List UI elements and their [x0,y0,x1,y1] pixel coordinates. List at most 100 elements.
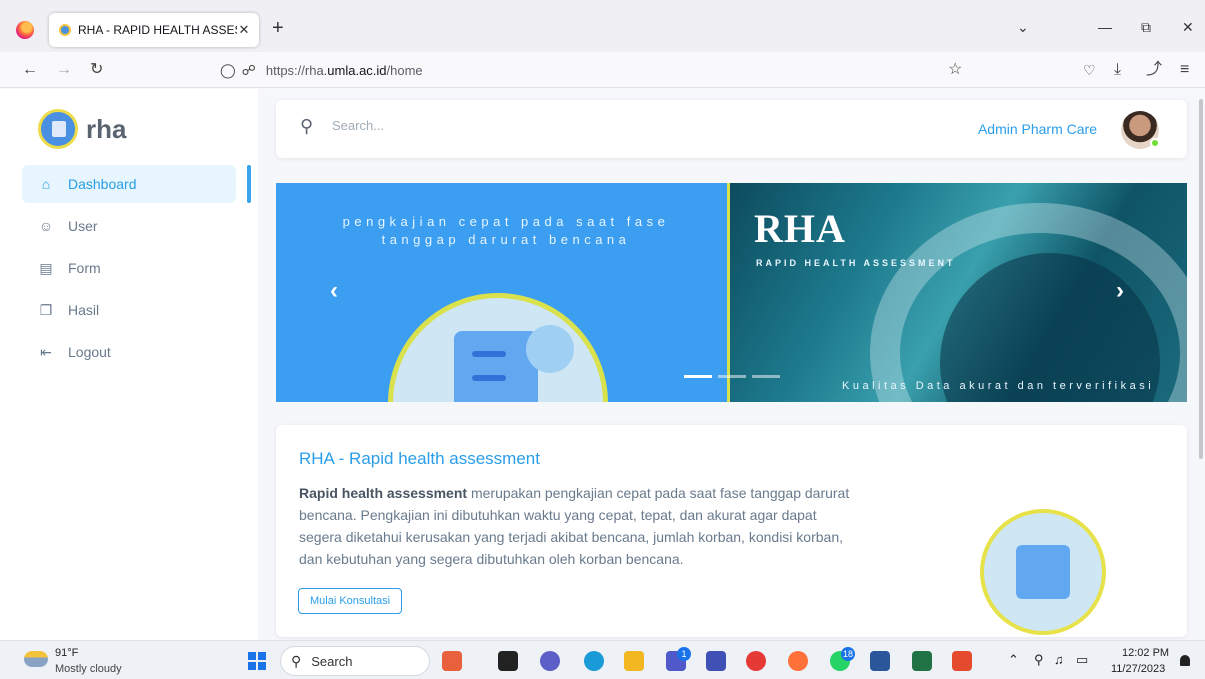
document-icon [1016,545,1070,599]
file-explorer-icon[interactable] [624,651,644,671]
wifi-icon[interactable]: ⚲ [1034,652,1044,668]
excel-app-icon[interactable] [912,651,932,671]
online-status-dot [1150,138,1160,148]
user-icon: ☺ [38,218,54,234]
volume-icon[interactable]: ♫ [1054,652,1064,668]
search-input[interactable] [332,118,732,133]
new-tab-button[interactable]: + [272,18,284,38]
battery-icon[interactable]: ▭ [1076,652,1088,668]
url-bar[interactable]: ◯ ☍ https://rha.umla.ac.id/home [212,56,972,84]
teams-badge: 1 [677,647,691,661]
sidebar-item-label: Form [68,260,101,276]
sidebar-item-user[interactable]: ☺ User [22,207,236,245]
url-prefix: https://rha. [265,62,328,78]
carousel-indicator-1[interactable] [684,375,712,378]
weather-temperature[interactable]: 91°F [55,647,78,659]
clock-date[interactable]: 11/27/2023 [1111,663,1165,675]
web-page: rha ⌂ Dashboard ☺ User ▤ Form ❐ Hasil ⇤ … [0,89,1205,640]
browser-tab[interactable]: RHA - RAPID HEALTH ASSESSM ✕ [49,13,259,47]
brand[interactable]: rha [38,109,126,149]
taskbar-search[interactable]: ⚲ Search [280,646,430,676]
share-icon[interactable]: ⤴ [1146,60,1162,80]
sidebar-item-label: Hasil [68,302,100,318]
weather-description[interactable]: Mostly cloudy [55,663,122,675]
form-icon: ▤ [39,259,53,276]
shield-icon[interactable]: ◯ [220,62,236,79]
restore-button[interactable]: ⧉ [1141,18,1151,36]
browser-tab-bar: RHA - RAPID HEALTH ASSESSM ✕ + ⌄ — ⧉ ✕ [0,0,1205,52]
top-navbar: ⚲ Admin Pharm Care [276,100,1187,158]
document-line [472,351,506,357]
carousel-indicator-3[interactable] [752,375,780,378]
lock-icon[interactable]: ☍ [242,62,256,79]
tab-title: RHA - RAPID HEALTH ASSESSM [78,23,237,37]
forward-arrow-icon[interactable]: → [56,60,72,80]
carousel-next-button[interactable]: › [1116,279,1124,303]
carousel-indicator-2[interactable] [718,375,746,378]
download-icon[interactable]: ⤓ [1114,60,1121,80]
taskbar-search-label: Search [311,653,353,669]
weather-cloud-icon[interactable] [24,651,48,667]
notification-bell-icon[interactable] [1180,655,1190,666]
sidebar-item-label: User [68,218,98,234]
sidebar-item-logout[interactable]: ⇤ Logout [22,333,236,371]
url-text[interactable]: https://rha.umla.ac.id/home [266,63,423,78]
carousel-left-text: pengkajian cepat pada saat fase tanggap … [342,214,670,247]
url-path: /home [386,62,423,78]
carousel-subtitle: RAPID HEALTH ASSESSMENT [756,258,956,268]
clock-time[interactable]: 12:02 PM [1122,647,1169,659]
task-view-icon[interactable] [498,651,518,671]
sidebar: rha ⌂ Dashboard ☺ User ▤ Form ❐ Hasil ⇤ … [0,89,258,640]
hero-carousel: pengkajian cepat pada saat fase tanggap … [276,183,1187,402]
widgets-app-icon[interactable] [442,651,462,671]
mulai-konsultasi-button[interactable]: Mulai Konsultasi [298,588,403,614]
card-body: Rapid health assessment merupakan pengka… [299,482,859,570]
word-app-icon[interactable] [870,651,890,671]
windows-taskbar: 91°F Mostly cloudy ⚲ Search 1 18 ⌃ ⚲ ♫ ▭… [0,640,1205,679]
close-window-button[interactable]: ✕ [1182,18,1194,36]
firefox-app-icon[interactable] [788,651,808,671]
sidebar-item-form[interactable]: ▤ Form [22,249,236,287]
sync-icon [526,325,574,373]
sidebar-item-dashboard[interactable]: ⌂ Dashboard [22,165,236,203]
back-arrow-icon[interactable]: ← [22,60,38,80]
copy-icon: ❐ [39,301,53,318]
sidebar-item-label: Dashboard [68,176,137,192]
card-title: RHA - Rapid health assessment [299,449,540,468]
active-indicator-bar [247,165,251,203]
menu-icon[interactable]: ≡ [1180,60,1189,80]
tab-favicon-icon [59,24,71,36]
carousel-slide-left: pengkajian cepat pada saat fase tanggap … [276,183,728,402]
pocket-icon[interactable]: ♡ [1083,60,1096,80]
document-icon [454,331,538,402]
tray-overflow-chevron-icon[interactable]: ⌃ [1008,652,1019,668]
reload-icon[interactable]: ↻ [90,60,103,80]
logout-icon: ⇤ [40,343,52,360]
card-body-bold: Rapid health assessment [299,485,468,501]
brand-name: rha [86,113,127,144]
tab-close-icon[interactable]: ✕ [237,22,251,38]
whatsapp-badge: 18 [841,647,856,661]
bookmark-star-icon[interactable]: ☆ [948,60,962,80]
page-scrollbar[interactable] [1199,99,1203,459]
url-host: umla.ac.id [327,62,387,78]
sidebar-item-hasil[interactable]: ❐ Hasil [22,291,236,329]
tab-list-chevron-icon[interactable]: ⌄ [1017,18,1029,36]
browser-nav-bar: ← → ↻ ◯ ☍ https://rha.umla.ac.id/home ☆ … [0,52,1205,88]
acrobat-app-icon[interactable] [952,651,972,671]
home-icon: ⌂ [41,176,51,192]
minimize-button[interactable]: — [1098,18,1112,36]
edge-browser-icon[interactable] [584,651,604,671]
search-icon: ⚲ [291,652,302,669]
search-icon: ⚲ [300,116,314,136]
chrome-browser-icon[interactable] [746,651,766,671]
chat-app-icon[interactable] [540,651,560,671]
pen-app-icon[interactable] [706,651,726,671]
document-line [472,375,506,381]
carousel-prev-button[interactable]: ‹ [330,279,338,303]
admin-name[interactable]: Admin Pharm Care [978,121,1097,137]
windows-start-icon[interactable] [248,652,266,670]
carousel-tagline: Kualitas Data akurat dan terverifikasi [842,380,1155,392]
rha-logo-icon [38,109,78,149]
carousel-title: RHA [754,206,846,251]
